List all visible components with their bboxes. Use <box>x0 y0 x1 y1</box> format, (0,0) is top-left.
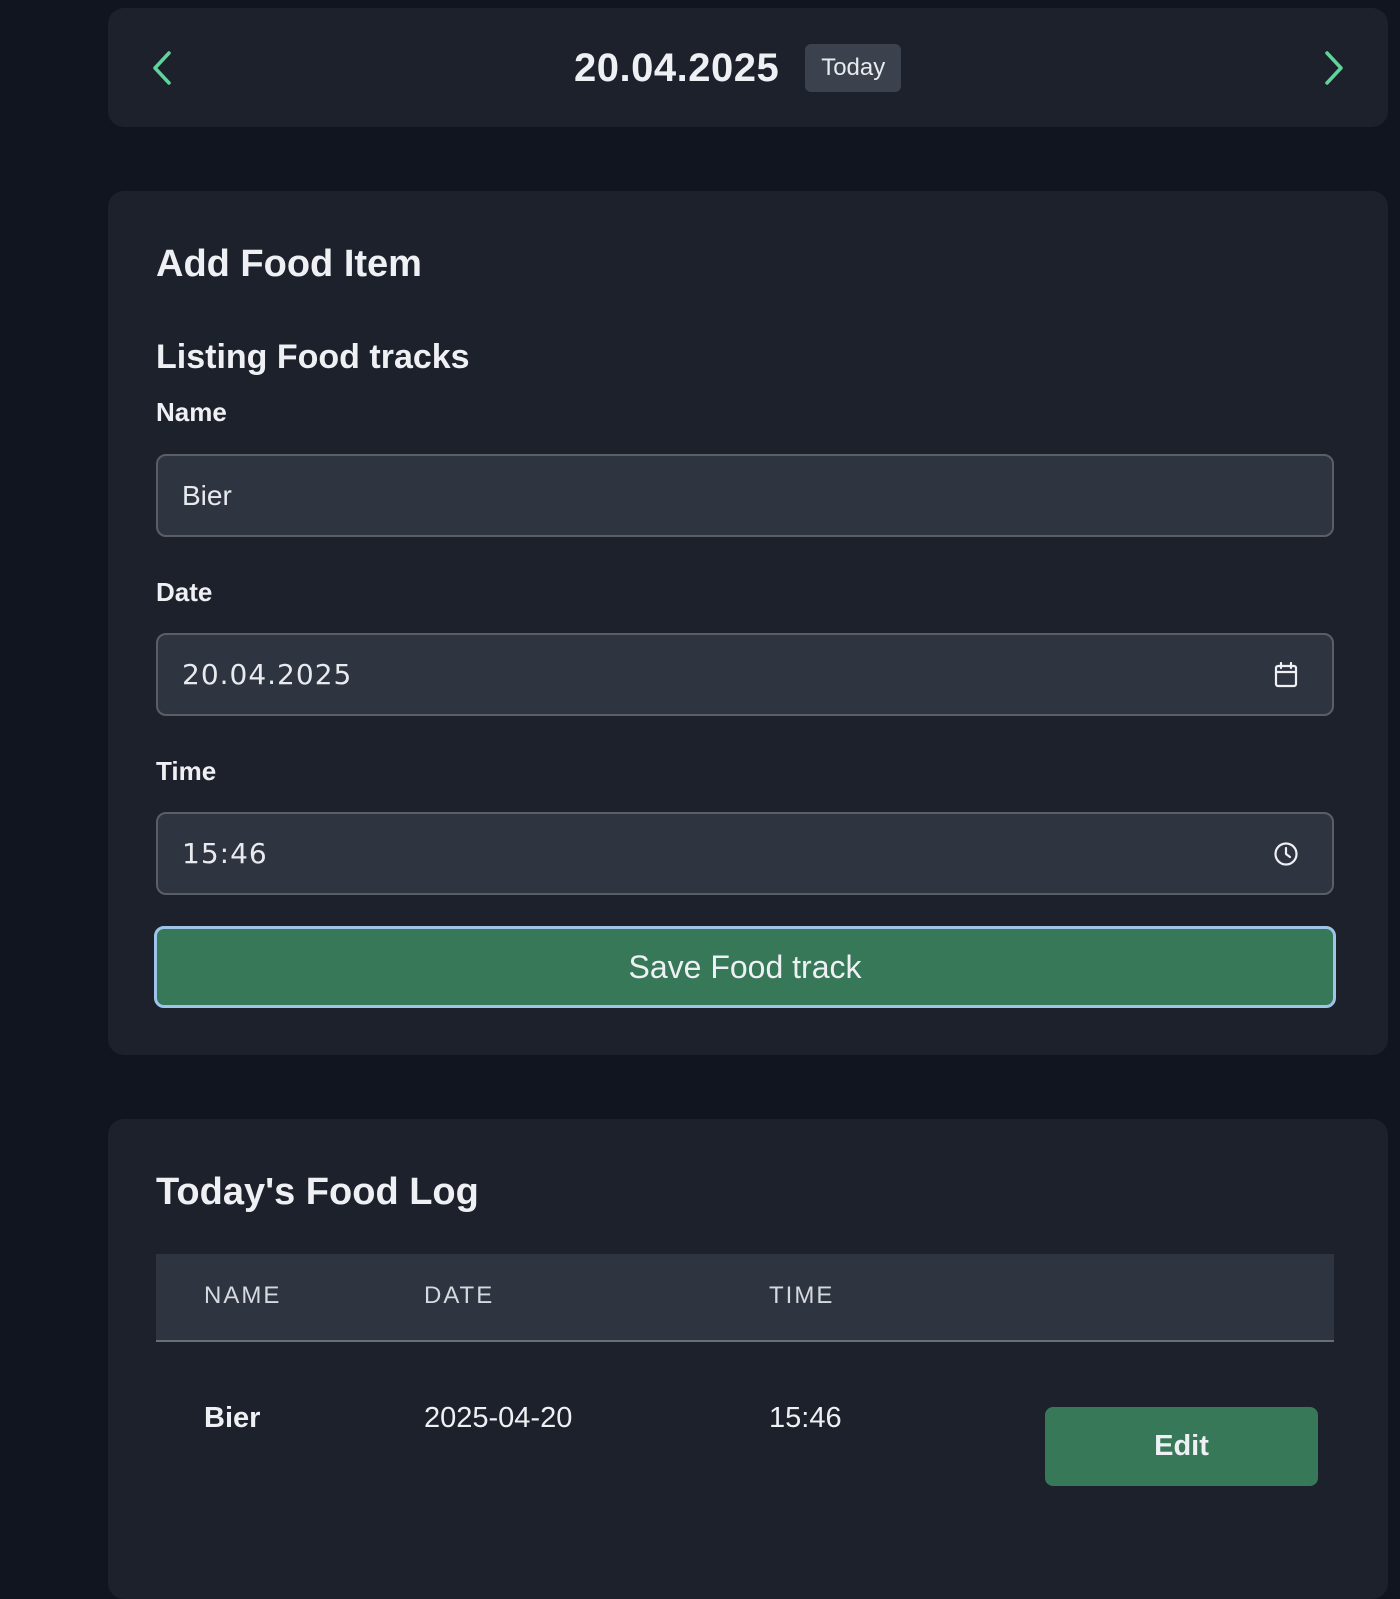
time-label: Time <box>156 756 217 786</box>
food-log-card: Today's Food Log NAME DATE TIME Bier 202… <box>108 1119 1388 1599</box>
chevron-right-icon[interactable] <box>1316 48 1352 88</box>
column-header-date: DATE <box>424 1282 495 1309</box>
date-field[interactable] <box>156 633 1334 716</box>
date-input[interactable] <box>182 658 1272 691</box>
add-food-title: Add Food Item <box>156 243 422 285</box>
calendar-icon[interactable] <box>1272 661 1300 689</box>
date-label: Date <box>156 577 213 607</box>
time-field[interactable] <box>156 812 1334 895</box>
date-navigation: 20.04.2025 Today <box>108 8 1388 127</box>
today-button[interactable]: Today <box>805 44 902 92</box>
column-header-name: NAME <box>204 1282 282 1309</box>
date-display: 20.04.2025 Today <box>574 44 902 92</box>
table-row: Bier 2025-04-20 15:46 Edit <box>156 1342 1334 1552</box>
time-input[interactable] <box>182 837 1272 870</box>
name-input[interactable] <box>182 479 1308 512</box>
name-label: Name <box>156 397 227 427</box>
name-field[interactable] <box>156 454 1334 537</box>
chevron-left-icon[interactable] <box>144 48 180 88</box>
food-log-table: NAME DATE TIME Bier 2025-04-20 15:46 Edi… <box>156 1254 1334 1552</box>
row-name: Bier <box>204 1402 261 1434</box>
current-date: 20.04.2025 <box>574 45 780 90</box>
add-food-card: Add Food Item Listing Food tracks Name D… <box>108 191 1388 1055</box>
table-header: NAME DATE TIME <box>156 1254 1334 1342</box>
clock-icon[interactable] <box>1272 840 1300 868</box>
row-date: 2025-04-20 <box>424 1402 573 1434</box>
food-log-title: Today's Food Log <box>156 1171 479 1213</box>
edit-button[interactable]: Edit <box>1045 1407 1318 1486</box>
row-time: 15:46 <box>769 1402 842 1434</box>
listing-subtitle: Listing Food tracks <box>156 338 470 376</box>
column-header-time: TIME <box>769 1282 835 1309</box>
save-food-track-button[interactable]: Save Food track <box>154 926 1336 1008</box>
